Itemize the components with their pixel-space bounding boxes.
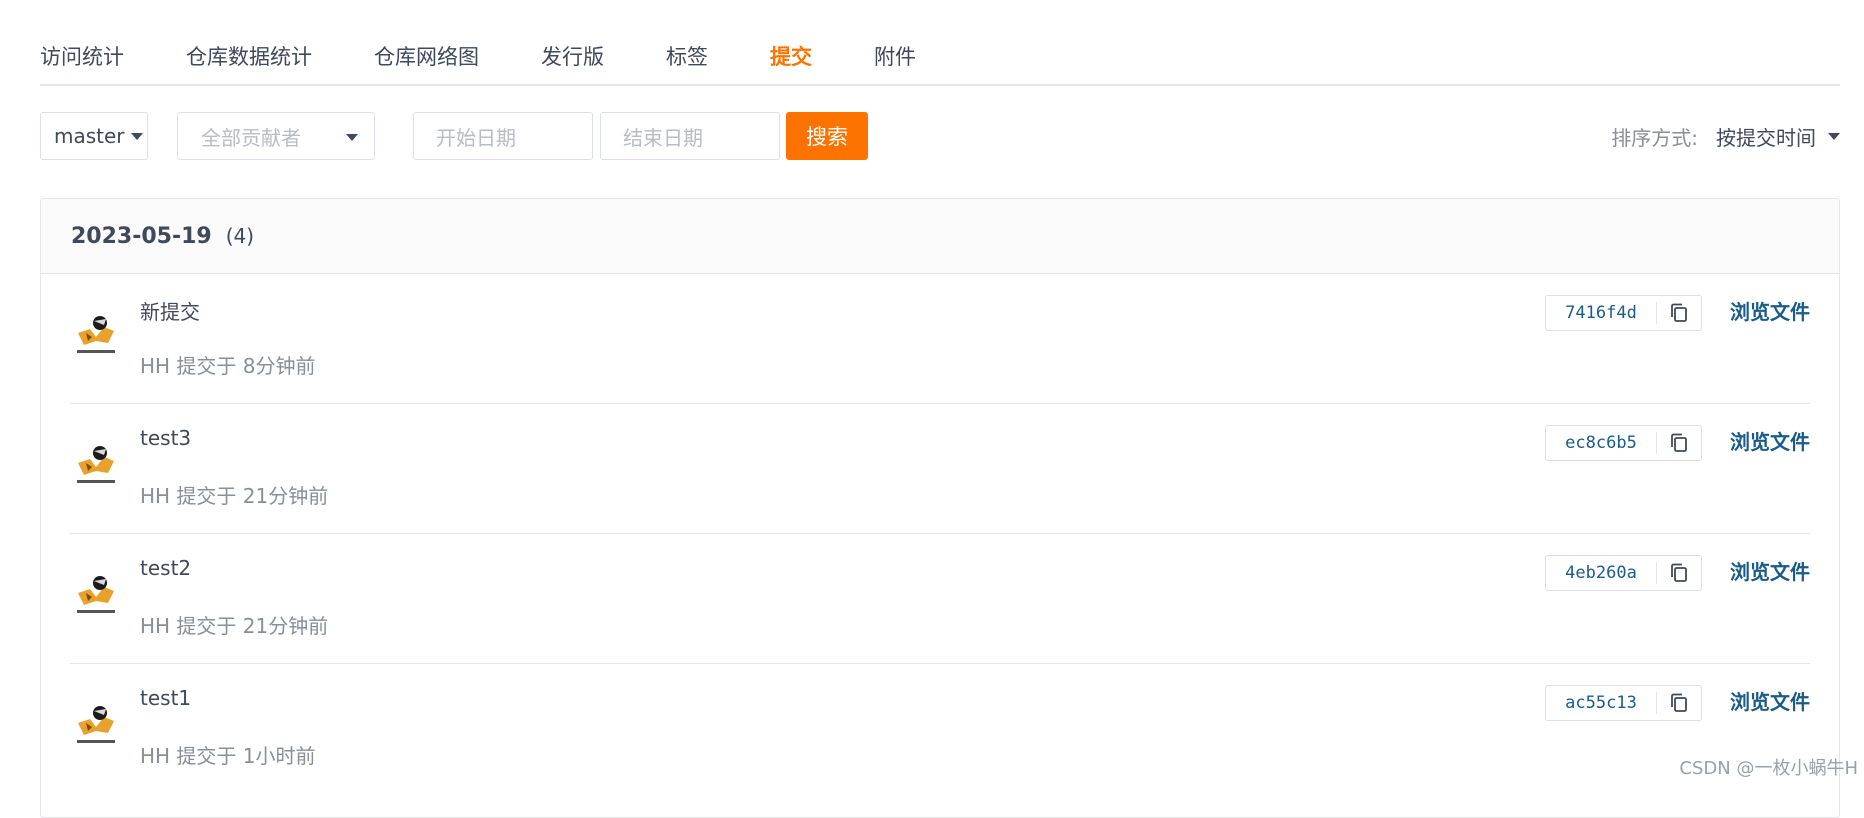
- branch-select-label: master: [54, 124, 125, 148]
- commit-row: test1 HH 提交于 1小时前 ac55c13 浏览文件: [70, 664, 1810, 793]
- commit-title-link[interactable]: 新提交: [140, 296, 200, 325]
- commit-list: 新提交 HH 提交于 8分钟前 7416f4d 浏览文件 test3 HH 提交…: [70, 274, 1810, 793]
- copy-icon[interactable]: [1657, 426, 1701, 460]
- browse-files-link[interactable]: 浏览文件: [1730, 686, 1810, 715]
- start-date-placeholder: 开始日期: [436, 125, 516, 150]
- branch-select[interactable]: master: [40, 112, 148, 160]
- browse-files-link[interactable]: 浏览文件: [1730, 426, 1810, 455]
- commit-row: test3 HH 提交于 21分钟前 ec8c6b5 浏览文件: [70, 404, 1810, 534]
- watermark: CSDN @一枚小蜗牛H: [1679, 758, 1858, 779]
- tab-releases[interactable]: 发行版: [541, 41, 604, 71]
- commit-title-link[interactable]: test3: [140, 426, 191, 450]
- commit-row: test2 HH 提交于 21分钟前 4eb260a 浏览文件: [70, 534, 1810, 664]
- search-button[interactable]: 搜索: [786, 112, 868, 160]
- end-date-placeholder: 结束日期: [623, 125, 703, 150]
- sort-select[interactable]: 按提交时间: [1716, 122, 1816, 151]
- commit-sha-box: ec8c6b5: [1545, 425, 1702, 461]
- avatar[interactable]: [74, 311, 118, 359]
- commit-meta: HH 提交于 21分钟前: [140, 614, 329, 638]
- commit-sha-link[interactable]: 7416f4d: [1546, 303, 1656, 323]
- commit-meta: HH 提交于 1小时前: [140, 744, 316, 768]
- tab-commits[interactable]: 提交: [770, 41, 812, 71]
- tab-attachments[interactable]: 附件: [874, 41, 916, 71]
- caret-down-icon[interactable]: [1828, 132, 1840, 140]
- commit-group-header: 2023-05-19 (4): [41, 199, 1839, 274]
- commit-meta: HH 提交于 8分钟前: [140, 354, 316, 378]
- commit-group-count: (4): [225, 224, 255, 248]
- commit-sha-link[interactable]: ec8c6b5: [1546, 433, 1656, 453]
- copy-icon[interactable]: [1657, 556, 1701, 590]
- repo-tabs: 访问统计 仓库数据统计 仓库网络图 发行版 标签 提交 附件: [40, 28, 1840, 86]
- caret-down-icon: [130, 132, 143, 140]
- avatar[interactable]: [74, 441, 118, 489]
- end-date-input[interactable]: 结束日期: [600, 112, 780, 160]
- tab-repo-data-stats[interactable]: 仓库数据统计: [186, 41, 312, 71]
- sort-label: 排序方式:: [1611, 125, 1698, 150]
- avatar[interactable]: [74, 701, 118, 749]
- tab-visit-stats[interactable]: 访问统计: [40, 41, 124, 71]
- commit-sha-box: 4eb260a: [1545, 555, 1702, 591]
- commit-sha-box: 7416f4d: [1545, 295, 1702, 331]
- start-date-input[interactable]: 开始日期: [413, 112, 593, 160]
- copy-icon[interactable]: [1657, 686, 1701, 720]
- tab-tags[interactable]: 标签: [666, 41, 708, 71]
- commit-group-date: 2023-05-19: [71, 223, 212, 249]
- contributor-select[interactable]: 全部贡献者: [177, 112, 375, 160]
- commit-sha-box: ac55c13: [1545, 685, 1702, 721]
- caret-down-icon: [346, 134, 358, 141]
- filter-bar: master 全部贡献者 开始日期 结束日期 搜索 排序方式: 按提交时间: [40, 112, 1840, 160]
- contributor-select-placeholder: 全部贡献者: [201, 125, 301, 150]
- commit-group-panel: 2023-05-19 (4) 新提交 HH 提交于 8分钟前 7416f4d 浏…: [40, 198, 1840, 818]
- sort-control: 排序方式: 按提交时间: [1611, 112, 1840, 160]
- commit-title-link[interactable]: test2: [140, 556, 191, 580]
- commit-sha-link[interactable]: 4eb260a: [1546, 563, 1656, 583]
- commit-meta: HH 提交于 21分钟前: [140, 484, 329, 508]
- commit-sha-link[interactable]: ac55c13: [1546, 693, 1656, 713]
- copy-icon[interactable]: [1657, 296, 1701, 330]
- commit-row: 新提交 HH 提交于 8分钟前 7416f4d 浏览文件: [70, 274, 1810, 404]
- avatar[interactable]: [74, 571, 118, 619]
- browse-files-link[interactable]: 浏览文件: [1730, 556, 1810, 585]
- browse-files-link[interactable]: 浏览文件: [1730, 296, 1810, 325]
- tab-repo-network[interactable]: 仓库网络图: [374, 41, 479, 71]
- commit-title-link[interactable]: test1: [140, 686, 191, 710]
